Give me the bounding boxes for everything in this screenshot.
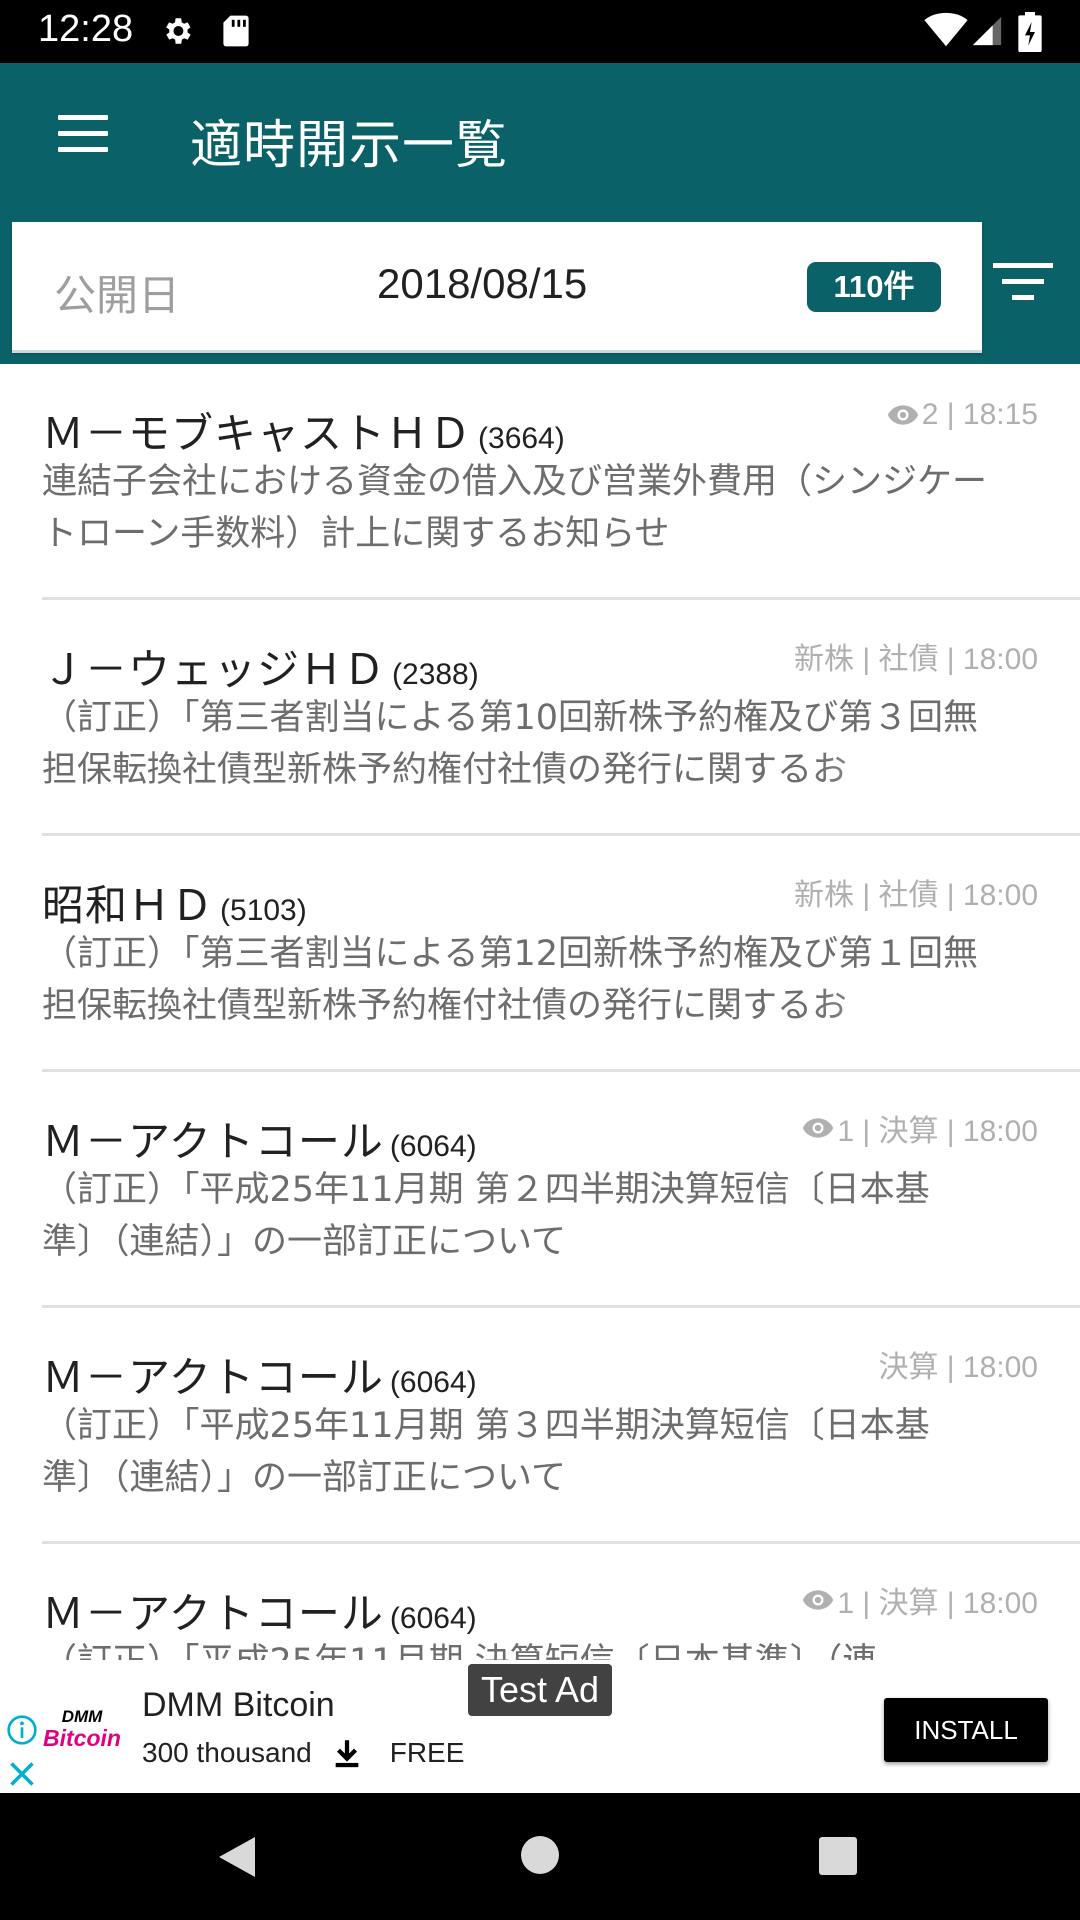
back-icon[interactable] bbox=[215, 1833, 259, 1881]
dmm-bitcoin-logo: DMM Bitcoin bbox=[43, 1707, 121, 1751]
stock-code: (6064) bbox=[389, 1366, 477, 1399]
company-name: Ｊ－ウェッジＨＤ (2388) bbox=[42, 645, 479, 694]
date-filter[interactable]: 公開日 2018/08/15 110件 bbox=[12, 222, 982, 352]
menu-icon[interactable] bbox=[58, 115, 110, 155]
disclosure-title: （訂正）「第三者割当による第12回新株予約権及び第１回無担保転換社債型新株予約権… bbox=[42, 928, 1040, 1032]
filter-icon[interactable] bbox=[992, 263, 1054, 309]
stock-code: (2388) bbox=[392, 658, 479, 691]
company-name: Ｍ－モブキャストＨＤ (3664) bbox=[42, 409, 565, 458]
company-name: Ｍ－アクトコール (6064) bbox=[42, 1117, 477, 1166]
date-label: 公開日 bbox=[54, 271, 181, 320]
list-item[interactable]: Ｍ－アクトコール(6064) 1 | 決算 | 18:00 （訂正）「平成25年11… bbox=[42, 1072, 1080, 1308]
item-meta-text: 1 | 決算 | 18:00 bbox=[837, 1115, 1038, 1148]
disclosure-title-line1: （訂正）「平成25年11月期 第３四半期決算短信〔日本基 bbox=[42, 1406, 930, 1446]
ad-price: FREE bbox=[389, 1737, 465, 1768]
ad-subtitle: 300 thousand FREE bbox=[142, 1736, 464, 1770]
test-ad-badge: Test Ad bbox=[468, 1664, 612, 1716]
date-value[interactable]: 2018/08/15 bbox=[377, 260, 587, 308]
disclosure-title-line1: 連結子会社における資金の借入及び営業外費用（シンジケー bbox=[42, 462, 988, 502]
download-icon bbox=[335, 1740, 359, 1768]
company-name: Ｍ－アクトコール (6064) bbox=[42, 1589, 477, 1638]
disclosure-title-line2: トローン手数料）計上に関するお知らせ bbox=[42, 514, 670, 554]
wifi-icon bbox=[924, 12, 968, 47]
page-title: 適時開示一覧 bbox=[190, 116, 509, 176]
count-badge: 110件 bbox=[807, 262, 941, 312]
info-icon[interactable] bbox=[6, 1714, 38, 1746]
disclosure-title-line1: （訂正）「平成25年11月期 第２四半期決算短信〔日本基 bbox=[42, 1170, 930, 1210]
disclosure-title: （訂正）「平成25年11月期 第３四半期決算短信〔日本基 準〕（連結）」の一部訂正… bbox=[42, 1400, 1040, 1504]
disclosure-title: （訂正）「第三者割当による第10回新株予約権及び第３回無担保転換社債型新株予約権… bbox=[42, 692, 1040, 796]
home-icon[interactable] bbox=[520, 1835, 560, 1875]
disclosure-title-line2: 担保転換社債型新株予約権付社債の発行に関するお bbox=[42, 980, 1030, 1032]
ad-title: DMM Bitcoin bbox=[142, 1686, 335, 1724]
list-item[interactable]: Ｍ－アクトコール (6064) 決算 | 18:00 （訂正）「平成25年11月期 第… bbox=[42, 1308, 1080, 1544]
sd-card-icon bbox=[223, 15, 249, 47]
item-meta-text: 2 | 18:15 bbox=[921, 398, 1038, 431]
disclosure-title: （訂正）「平成25年11月期 第２四半期決算短信〔日本基 準〕（連結）」の一部訂正… bbox=[42, 1164, 1040, 1268]
list-item[interactable]: Ｊ－ウェッジＨＤ (2388) 新株 | 社債 | 18:00 （訂正）「第三者割当に… bbox=[42, 600, 1080, 836]
list-item[interactable]: Ｍ－モブキャストＨＤ (3664) 2 | 18:15 連結子会社における資金の借入及… bbox=[42, 364, 1080, 600]
signal-icon bbox=[972, 16, 1002, 46]
item-meta: 2 | 18:15 bbox=[886, 398, 1038, 432]
item-meta-text: 新株 | 社債 | 18:00 bbox=[794, 879, 1038, 912]
disclosure-title-line2: 準〕（連結）」の一部訂正について bbox=[42, 1458, 566, 1498]
navigation-bar bbox=[0, 1793, 1080, 1920]
disclosure-title-line2: 担保転換社債型新株予約権付社債の発行に関するお bbox=[42, 744, 1030, 796]
app-bar: 適時開示一覧 公開日 2018/08/15 110件 bbox=[0, 63, 1080, 364]
item-meta: 新株 | 社債 | 18:00 bbox=[794, 870, 1038, 914]
gear-icon bbox=[166, 18, 191, 44]
disclosure-title-line2: 準〕（連結）」の一部訂正について bbox=[42, 1222, 566, 1262]
install-button[interactable]: INSTALL bbox=[884, 1698, 1048, 1762]
status-time: 12:28 bbox=[38, 8, 134, 50]
stock-code: (6064) bbox=[389, 1130, 477, 1163]
disclosure-title: 連結子会社における資金の借入及び営業外費用（シンジケー トローン手数料）計上に関す… bbox=[42, 456, 1040, 560]
battery-icon bbox=[1018, 12, 1042, 52]
stock-code: (3664) bbox=[478, 422, 565, 455]
eye-icon bbox=[803, 1590, 834, 1610]
item-meta: 1 | 決算 | 18:00 bbox=[801, 1578, 1038, 1622]
disclosure-title-line1: （訂正）「第三者割当による第10回新株予約権及び第３回無 bbox=[42, 698, 978, 738]
disclosure-list: Ｍ－モブキャストＨＤ (3664) 2 | 18:15 連結子会社における資金の借入及… bbox=[0, 364, 1080, 1780]
item-meta-text: 決算 | 18:00 bbox=[878, 1351, 1038, 1384]
item-meta: 決算 | 18:00 bbox=[878, 1342, 1038, 1386]
date-underline bbox=[12, 350, 982, 353]
company-name: 昭和ＨＤ (5103) bbox=[42, 881, 307, 930]
eye-icon bbox=[803, 1118, 834, 1138]
list-item[interactable]: 昭和ＨＤ (5103) 新株 | 社債 | 18:00 （訂正）「第三者割当による第1… bbox=[42, 836, 1080, 1072]
eye-icon bbox=[887, 405, 918, 425]
recents-icon[interactable] bbox=[818, 1836, 858, 1876]
item-meta: 1 | 決算 | 18:00 bbox=[801, 1106, 1038, 1150]
item-meta: 新株 | 社債 | 18:00 bbox=[794, 634, 1038, 678]
ad-banner[interactable]: DMM Bitcoin Test Ad DMM Bitcoin 300 thou… bbox=[0, 1660, 1080, 1793]
company-name: Ｍ－アクトコール (6064) bbox=[42, 1353, 477, 1402]
close-icon[interactable] bbox=[8, 1760, 36, 1788]
status-bar: 12:28 bbox=[0, 0, 1080, 63]
stock-code: (6064) bbox=[389, 1602, 477, 1635]
stock-code: (5103) bbox=[220, 894, 307, 927]
item-meta-text: 新株 | 社債 | 18:00 bbox=[794, 643, 1038, 676]
disclosure-title-line1: （訂正）「第三者割当による第12回新株予約権及び第１回無 bbox=[42, 934, 978, 974]
item-meta-text: 1 | 決算 | 18:00 bbox=[837, 1587, 1038, 1620]
ad-downloads: 300 thousand bbox=[142, 1737, 312, 1768]
